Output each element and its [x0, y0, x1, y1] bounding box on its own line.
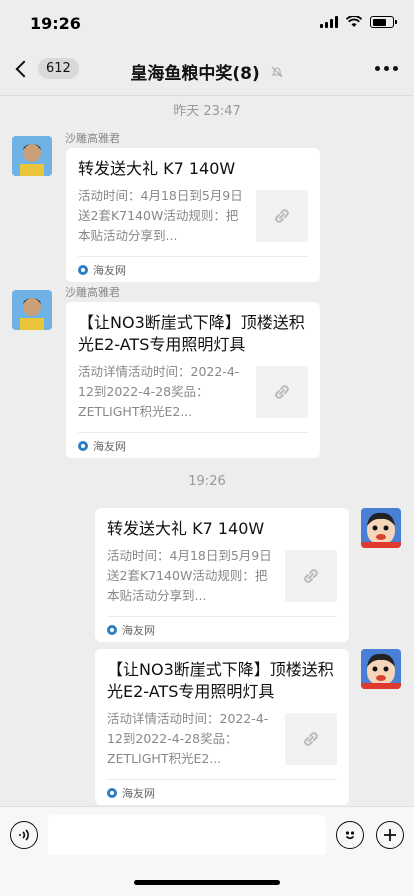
card-description: 活动时间：4月18日到5月9日送2套K7140W活动规则：把本贴活动分享到...	[78, 188, 243, 243]
nav-bar: 612 皇海鱼粮中奖(8)	[0, 44, 414, 96]
link-card[interactable]: 【让NO3断崖式下降】顶楼送积光E2-ATS专用照明灯具 活动详情活动时间：20…	[95, 649, 349, 805]
time-label: 19:26	[188, 474, 226, 489]
link-icon	[256, 190, 308, 242]
mute-bell-icon	[271, 66, 283, 78]
source-logo-icon	[107, 787, 117, 798]
source-name: 海友网	[93, 439, 126, 453]
battery-icon	[370, 16, 397, 28]
card-description: 活动详情活动时间：2022-4-12到2022-4-28奖品：ZETLIGHT积…	[107, 711, 269, 766]
source-name: 海友网	[122, 623, 155, 637]
card-footer: 海友网	[107, 616, 337, 642]
link-card[interactable]: 【让NO3断崖式下降】顶楼送积光E2-ATS专用照明灯具 活动详情活动时间：20…	[66, 302, 320, 458]
card-footer: 海友网	[78, 256, 308, 282]
link-icon	[285, 550, 337, 602]
avatar[interactable]	[12, 290, 52, 330]
sender-name: 沙雕高雅君	[65, 132, 120, 145]
wifi-icon	[346, 16, 362, 27]
source-logo-icon	[78, 440, 88, 451]
message-input[interactable]	[48, 815, 326, 855]
emoji-button[interactable]	[336, 821, 364, 849]
my-avatar[interactable]	[361, 649, 401, 689]
card-description: 活动时间：4月18日到5月9日送2套K7140W活动规则：把本贴活动分享到...	[107, 548, 272, 603]
status-bar: 19:26	[0, 0, 414, 44]
avatar[interactable]	[12, 136, 52, 176]
chat-title: 皇海鱼粮中奖(8)	[130, 64, 260, 84]
emoji-icon	[345, 831, 355, 840]
voice-button[interactable]	[10, 821, 38, 849]
source-name: 海友网	[93, 263, 126, 277]
source-logo-icon	[78, 264, 88, 275]
card-footer: 海友网	[107, 779, 337, 805]
time-label: 昨天 23:47	[173, 104, 241, 119]
link-card[interactable]: 转发送大礼 K7 140W 活动时间：4月18日到5月9日送2套K7140W活动…	[66, 148, 320, 282]
card-description: 活动详情活动时间：2022-4-12到2022-4-28奖品：ZETLIGHT积…	[78, 364, 240, 419]
home-indicator	[134, 880, 280, 885]
card-footer: 海友网	[78, 432, 308, 458]
link-card[interactable]: 转发送大礼 K7 140W 活动时间：4月18日到5月9日送2套K7140W活动…	[95, 508, 349, 642]
plus-button[interactable]	[376, 821, 404, 849]
plus-icon	[384, 829, 396, 841]
card-title: 转发送大礼 K7 140W	[78, 159, 236, 178]
status-time: 19:26	[30, 14, 81, 33]
card-title: 转发送大礼 K7 140W	[107, 519, 265, 538]
source-logo-icon	[107, 624, 117, 635]
signal-icon	[320, 16, 338, 28]
voice-icon	[19, 829, 29, 841]
source-name: 海友网	[122, 786, 155, 800]
link-icon	[256, 366, 308, 418]
link-icon	[285, 713, 337, 765]
chat-area[interactable]: 昨天 23:47 沙雕高雅君 转发送大礼 K7 140W 活动时间：4月18日到…	[0, 96, 414, 806]
card-title: 【让NO3断崖式下降】顶楼送积光E2-ATS专用照明灯具	[107, 660, 334, 701]
chat-title-wrap: 皇海鱼粮中奖(8)	[0, 59, 414, 84]
sender-name: 沙雕高雅君	[65, 286, 120, 299]
status-icons	[320, 16, 397, 28]
more-button[interactable]	[375, 66, 398, 71]
my-avatar[interactable]	[361, 508, 401, 548]
card-title: 【让NO3断崖式下降】顶楼送积光E2-ATS专用照明灯具	[78, 313, 305, 354]
